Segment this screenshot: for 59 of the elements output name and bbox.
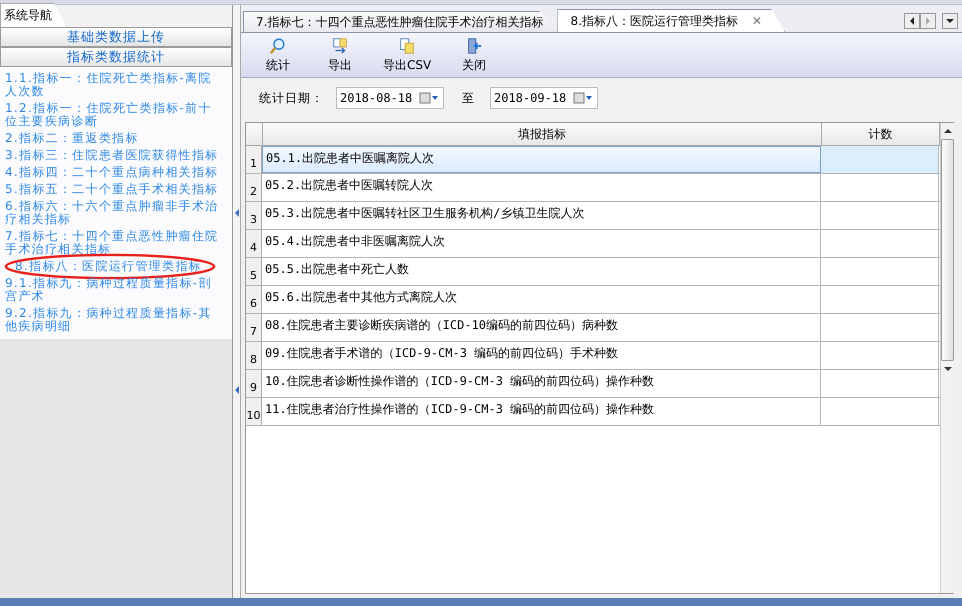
nav-link[interactable]: 9.1.指标九：病种过程质量指标-剖宫产术 xyxy=(5,277,223,303)
vertical-scrollbar[interactable] xyxy=(940,123,954,593)
table-cell[interactable]: 08.住院患者主要诊断疾病谱的（ICD-10编码的前四位码）病种数 xyxy=(262,314,821,341)
row-number: 10 xyxy=(246,398,262,425)
nav-link[interactable]: 1.2.指标一：住院死亡类指标-前十位主要疾病诊断 xyxy=(5,102,223,128)
nav-link[interactable]: 6.指标六：十六个重点肿瘤非手术治疗相关指标 xyxy=(5,200,223,226)
column-header[interactable]: 填报指标 xyxy=(263,123,822,145)
close-icon[interactable]: ✕ xyxy=(752,14,762,28)
nav-link[interactable]: 3.指标三：住院患者医院获得性指标 xyxy=(5,149,223,162)
table-cell[interactable]: 09.住院患者手术谱的（ICD-9-CM-3 编码的前四位码）手术种数 xyxy=(262,342,821,369)
section-header[interactable]: 基础类数据上传 xyxy=(0,27,232,47)
date-label: 统计日期： xyxy=(259,90,324,106)
document-icon[interactable] xyxy=(331,36,349,54)
table-cell[interactable]: 05.3.出院患者中医嘱转社区卫生服务机构/乡镇卫生院人次 xyxy=(262,202,821,229)
section-header[interactable]: 指标类数据统计 xyxy=(0,47,232,67)
table-cell[interactable]: 05.2.出院患者中医嘱转院人次 xyxy=(262,174,821,201)
exit-door-icon[interactable] xyxy=(465,36,484,54)
row-number: 3 xyxy=(246,202,262,229)
nav-link[interactable]: 2.指标二：重返类指标 xyxy=(5,132,223,145)
scroll-up-icon[interactable] xyxy=(942,127,952,135)
row-number: 5 xyxy=(246,258,262,285)
nav-link[interactable]: 5.指标五：二十个重点手术相关指标 xyxy=(5,183,223,196)
document-icon[interactable] xyxy=(398,36,416,54)
table-cell[interactable] xyxy=(821,146,939,173)
table-cell[interactable]: 05.4.出院患者中非医嘱离院人次 xyxy=(262,230,821,257)
date-field[interactable]: 2018-09-18 xyxy=(490,87,598,109)
table-cell[interactable]: 05.5.出院患者中死亡人数 xyxy=(262,258,821,285)
row-number: 2 xyxy=(246,174,262,201)
row-number: 1 xyxy=(246,146,262,173)
panel-tab[interactable]: 系统导航 xyxy=(0,3,67,27)
document-tab[interactable]: 7.指标七：十四个重点恶性肿瘤住院手术治疗相关指标 xyxy=(243,11,558,32)
row-number: 9 xyxy=(246,370,262,397)
table-cell[interactable]: 11.住院患者治疗性操作谱的（ICD-9-CM-3 编码的前四位码）操作种数 xyxy=(262,398,821,425)
table-cell[interactable]: 05.1.出院患者中医嘱离院人次 xyxy=(262,146,821,173)
row-number: 8 xyxy=(246,342,262,369)
toolbar-button[interactable]: 关闭 xyxy=(451,36,498,74)
scroll-left-icon[interactable] xyxy=(904,13,920,29)
collapse-arrow-icon[interactable] xyxy=(234,386,240,394)
toolbar-button[interactable]: 导出 xyxy=(317,36,363,74)
nav-link[interactable]: 4.指标四：二十个重点病种相关指标 xyxy=(5,166,223,179)
scroll-down-icon[interactable] xyxy=(942,365,952,373)
document-tab[interactable]: 8.指标八：医院运行管理类指标 ✕ xyxy=(557,9,785,32)
calendar-icon[interactable] xyxy=(573,92,593,104)
dropdown-icon[interactable] xyxy=(942,13,958,29)
row-number: 7 xyxy=(246,314,262,341)
nav-link[interactable]: 7.指标七：十四个重点恶性肿瘤住院手术治疗相关指标 xyxy=(5,230,223,256)
toolbar-button[interactable]: 导出CSV xyxy=(379,36,436,74)
row-number: 6 xyxy=(246,286,262,313)
row-number: 4 xyxy=(246,230,262,257)
table-cell[interactable]: 05.6.出院患者中其他方式离院人次 xyxy=(262,286,821,313)
nav-link[interactable]: 9.2.指标九：病种过程质量指标-其他疾病明细 xyxy=(5,307,223,333)
search-icon[interactable] xyxy=(269,36,287,54)
date-field[interactable]: 2018-08-18 xyxy=(336,87,444,109)
calendar-icon[interactable] xyxy=(419,92,439,104)
table-cell[interactable]: 10.住院患者诊断性操作谱的（ICD-9-CM-3 编码的前四位码）操作种数 xyxy=(262,370,821,397)
toolbar-button[interactable]: 统计 xyxy=(255,36,301,74)
range-separator: 至 xyxy=(462,90,474,106)
collapse-arrow-icon[interactable] xyxy=(234,209,240,218)
nav-link[interactable]: 1.1.指标一：住院死亡类指标-离院人次数 xyxy=(5,72,223,98)
